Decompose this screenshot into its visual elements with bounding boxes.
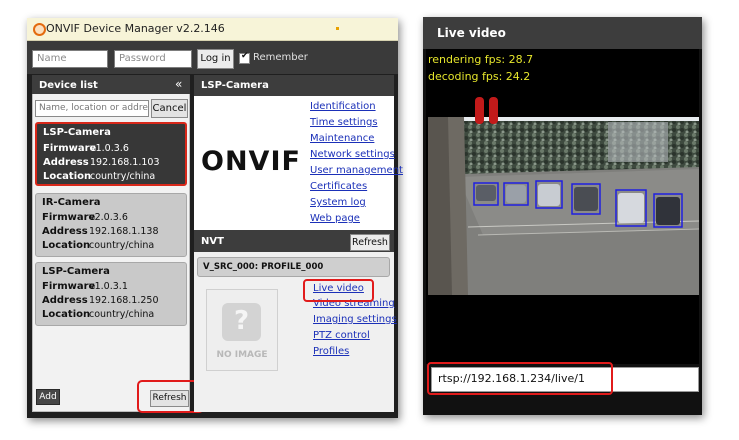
login-button[interactable]: Log in [197, 49, 234, 69]
camera-title: LSP-Camera [201, 80, 269, 91]
location-key: Location [42, 240, 91, 251]
app-logo-icon [33, 23, 46, 36]
device-card[interactable]: IR-Camera Firmwarev2.0.3.6 Address192.16… [35, 193, 187, 257]
device-list-title: Device list [39, 80, 98, 91]
device-location-row: Locationcountry/china [42, 309, 154, 320]
name-input[interactable]: Name [32, 50, 108, 68]
location-key: Location [43, 171, 92, 182]
device-card[interactable]: LSP-Camera Firmwarev1.0.3.1 Address192.1… [35, 262, 187, 326]
remember-checkbox[interactable] [239, 51, 250, 64]
decoding-fps-label: decoding fps: 24.2 [428, 70, 531, 83]
device-name: LSP-Camera [42, 266, 110, 277]
link-maintenance[interactable]: Maintenance [310, 133, 374, 144]
device-firmware-row: Firmwarev1.0.3.6 [43, 143, 129, 154]
link-network-settings[interactable]: Network settings [310, 149, 395, 160]
profile-label: V_SRC_000: PROFILE_000 [203, 262, 324, 272]
location-value: country/china [89, 240, 155, 251]
link-ptz-control[interactable]: PTZ control [313, 330, 370, 341]
cancel-button[interactable]: Cancel [151, 99, 188, 118]
firmware-value: v1.0.3.1 [89, 281, 128, 292]
link-user-management[interactable]: User management [310, 165, 403, 176]
link-imaging-settings[interactable]: Imaging settings [313, 314, 397, 325]
add-device-button[interactable]: Add [36, 389, 60, 405]
no-image-label: NO IMAGE [216, 350, 268, 360]
collapse-icon[interactable]: « [175, 77, 182, 91]
device-card-selected[interactable]: LSP-Camera Firmwarev1.0.3.6 Address192.1… [35, 122, 187, 186]
link-time-settings[interactable]: Time settings [310, 117, 378, 128]
password-input[interactable]: Password [114, 50, 192, 68]
remember-label: Remember [253, 52, 308, 63]
device-name: IR-Camera [42, 197, 101, 208]
live-video-title: Live video [437, 26, 506, 40]
location-value: country/china [89, 309, 155, 320]
device-name: LSP-Camera [43, 127, 111, 138]
address-key: Address [42, 295, 88, 306]
rtsp-highlight-box [427, 362, 613, 395]
device-address-row: Address192.168.1.250 [42, 295, 159, 306]
location-key: Location [42, 309, 91, 320]
window-title: ONVIF Device Manager v2.2.146 [46, 22, 225, 35]
device-search-input[interactable]: Name, location or address [35, 100, 149, 117]
device-location-row: Locationcountry/china [43, 171, 155, 182]
device-address-row: Address192.168.1.103 [43, 157, 160, 168]
location-value: country/china [90, 171, 156, 182]
link-identification[interactable]: Identification [310, 101, 376, 112]
link-profiles[interactable]: Profiles [313, 346, 349, 357]
address-value: 192.168.1.250 [89, 295, 159, 306]
address-value: 192.168.1.138 [89, 226, 159, 237]
link-system-log[interactable]: System log [310, 197, 366, 208]
link-web-page[interactable]: Web page [310, 213, 360, 224]
live-video-highlight-box [303, 279, 374, 302]
link-certificates[interactable]: Certificates [310, 181, 367, 192]
firmware-key: Firmware [42, 212, 96, 223]
device-firmware-row: Firmwarev1.0.3.1 [42, 281, 128, 292]
device-address-row: Address192.168.1.138 [42, 226, 159, 237]
firmware-key: Firmware [42, 281, 96, 292]
address-key: Address [42, 226, 88, 237]
device-location-row: Locationcountry/china [42, 240, 154, 251]
question-mark-icon: ? [233, 306, 250, 336]
device-firmware-row: Firmwarev2.0.3.6 [42, 212, 128, 223]
video-frame [428, 117, 699, 295]
onvif-logo: ONVIF [201, 146, 301, 177]
nvt-title: NVT [201, 236, 224, 247]
address-key: Address [43, 157, 89, 168]
firmware-key: Firmware [43, 143, 97, 154]
address-value: 192.168.1.103 [90, 157, 160, 168]
firmware-value: v1.0.3.6 [90, 143, 129, 154]
pause-icon[interactable] [474, 97, 500, 124]
rendering-fps-label: rendering fps: 28.7 [428, 53, 534, 66]
firmware-value: v2.0.3.6 [89, 212, 128, 223]
refresh-nvt-button[interactable]: Refresh [350, 234, 390, 251]
status-dot-icon [336, 27, 339, 30]
